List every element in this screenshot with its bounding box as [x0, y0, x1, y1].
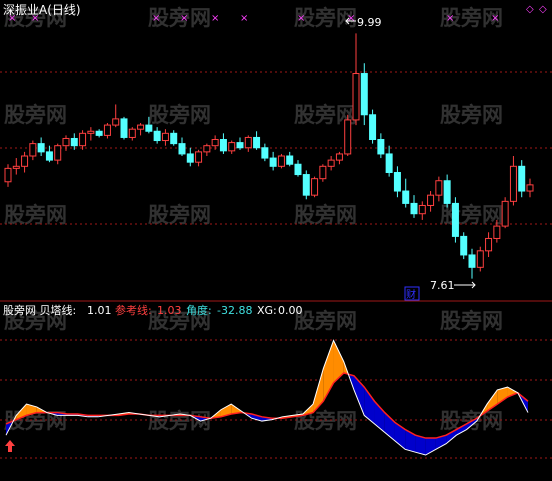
candle-body [137, 124, 145, 130]
candle-body [526, 184, 534, 192]
candle-body [327, 159, 335, 167]
candle-body [261, 147, 269, 159]
candle-body [203, 145, 211, 153]
watermark-text: 股旁网 [440, 103, 503, 127]
candle-body [377, 139, 385, 155]
candle-body [236, 142, 244, 149]
candle-body [145, 124, 153, 132]
candle-body [410, 202, 418, 215]
candle-body [352, 73, 360, 121]
candle-body [128, 128, 136, 138]
candle-body [45, 151, 53, 161]
candle-body [468, 254, 476, 268]
candle-body [509, 165, 517, 202]
candle-body [21, 155, 29, 167]
candle-body [319, 165, 327, 180]
reference-line-value: 1.03 [157, 304, 182, 317]
candle-body [228, 142, 236, 152]
signal-marker: × [491, 13, 499, 24]
signal-marker: × [240, 13, 248, 24]
candle-body [37, 143, 45, 153]
chart-title: 深振业A(日线) [3, 3, 81, 17]
watermark-text: 股旁网 [4, 103, 67, 127]
candle-body [435, 180, 443, 196]
watermark-text: 股旁网 [440, 309, 503, 333]
candle-body [103, 124, 111, 136]
candle-body [294, 163, 302, 176]
low-price-label: 7.61 [430, 279, 455, 292]
candle-body [418, 204, 426, 215]
candle-body [4, 167, 12, 183]
candle-body [402, 190, 410, 204]
candle-body [12, 165, 20, 169]
candle-body [211, 139, 219, 147]
candle-body [427, 194, 435, 206]
watermark-text: 股旁网 [440, 203, 503, 227]
candle-body [153, 130, 161, 142]
signal-marker: × [152, 13, 160, 24]
signal-marker: × [211, 13, 219, 24]
candle-body [501, 200, 509, 227]
angle-value: -32.88 [217, 304, 252, 317]
candle-body [161, 132, 169, 142]
xg-value: 0.00 [278, 304, 303, 317]
candle-body [277, 155, 285, 167]
watermark-text: 股旁网 [294, 409, 357, 433]
candle-body [87, 130, 95, 134]
candle-body [79, 132, 87, 147]
watermark-text: 股旁网 [294, 309, 357, 333]
watermark-text: 股旁网 [294, 203, 357, 227]
signal-marker: × [297, 13, 305, 24]
chart-canvas: 股旁网 股旁网 股旁网 股旁网股旁网 股旁网 股旁网 股旁网股旁网 股旁网 股旁网 股旁网股旁网股… [0, 0, 552, 477]
watermark-text: 股旁网 [148, 103, 211, 127]
stock-chart-window: 股旁网 股旁网 股旁网 股旁网 股旁网 股旁网 股旁网 股旁网 股旁网 股旁网 股旁网 股旁网 股旁网股… [0, 0, 552, 477]
reference-line-label: 参考线: [115, 303, 152, 317]
watermark-text: 股旁网 [4, 203, 67, 227]
candle-body [485, 237, 493, 252]
finance-badge-label: 财 [406, 288, 416, 301]
candle-body [269, 157, 277, 167]
candle-body [219, 139, 227, 152]
candle-body [393, 171, 401, 192]
angle-label: 角度: [186, 303, 212, 317]
candle-body [443, 180, 451, 204]
candle-body [186, 153, 194, 163]
candle-body [360, 73, 368, 116]
candle-body [385, 153, 393, 173]
candle-body [54, 145, 62, 161]
watermark-text: 股旁网 [148, 203, 211, 227]
candle-body [451, 202, 459, 237]
candle-body [244, 136, 252, 149]
candle-body [112, 118, 120, 126]
candle-body [493, 225, 501, 239]
candle-body [344, 119, 352, 155]
candle-body [302, 174, 310, 196]
candle-body [335, 153, 343, 161]
signal-marker: × [180, 13, 188, 24]
candle-body [286, 155, 294, 165]
candle-body [253, 136, 261, 149]
candle-body [62, 137, 70, 147]
candle-body [195, 151, 203, 163]
candle-body [460, 235, 468, 256]
xg-label: XG: [257, 304, 277, 317]
indicator-value: 1.01 [87, 304, 112, 317]
diamond-icon: ◇ [526, 4, 534, 15]
candle-body [311, 178, 319, 196]
candle-body [170, 132, 178, 145]
candle-body [178, 143, 186, 155]
candle-body [518, 165, 526, 192]
candle-body [120, 118, 128, 138]
candle-body [70, 137, 78, 147]
candle-body [369, 114, 377, 141]
candle-body [29, 143, 37, 157]
candle-body [95, 130, 103, 136]
indicator-name: 股旁网 贝塔线: [3, 303, 76, 317]
signal-marker: × [446, 13, 454, 24]
high-price-label: 9.99 [357, 16, 382, 29]
diamond-icon: ◇ [539, 4, 547, 15]
candle-body [476, 250, 484, 268]
